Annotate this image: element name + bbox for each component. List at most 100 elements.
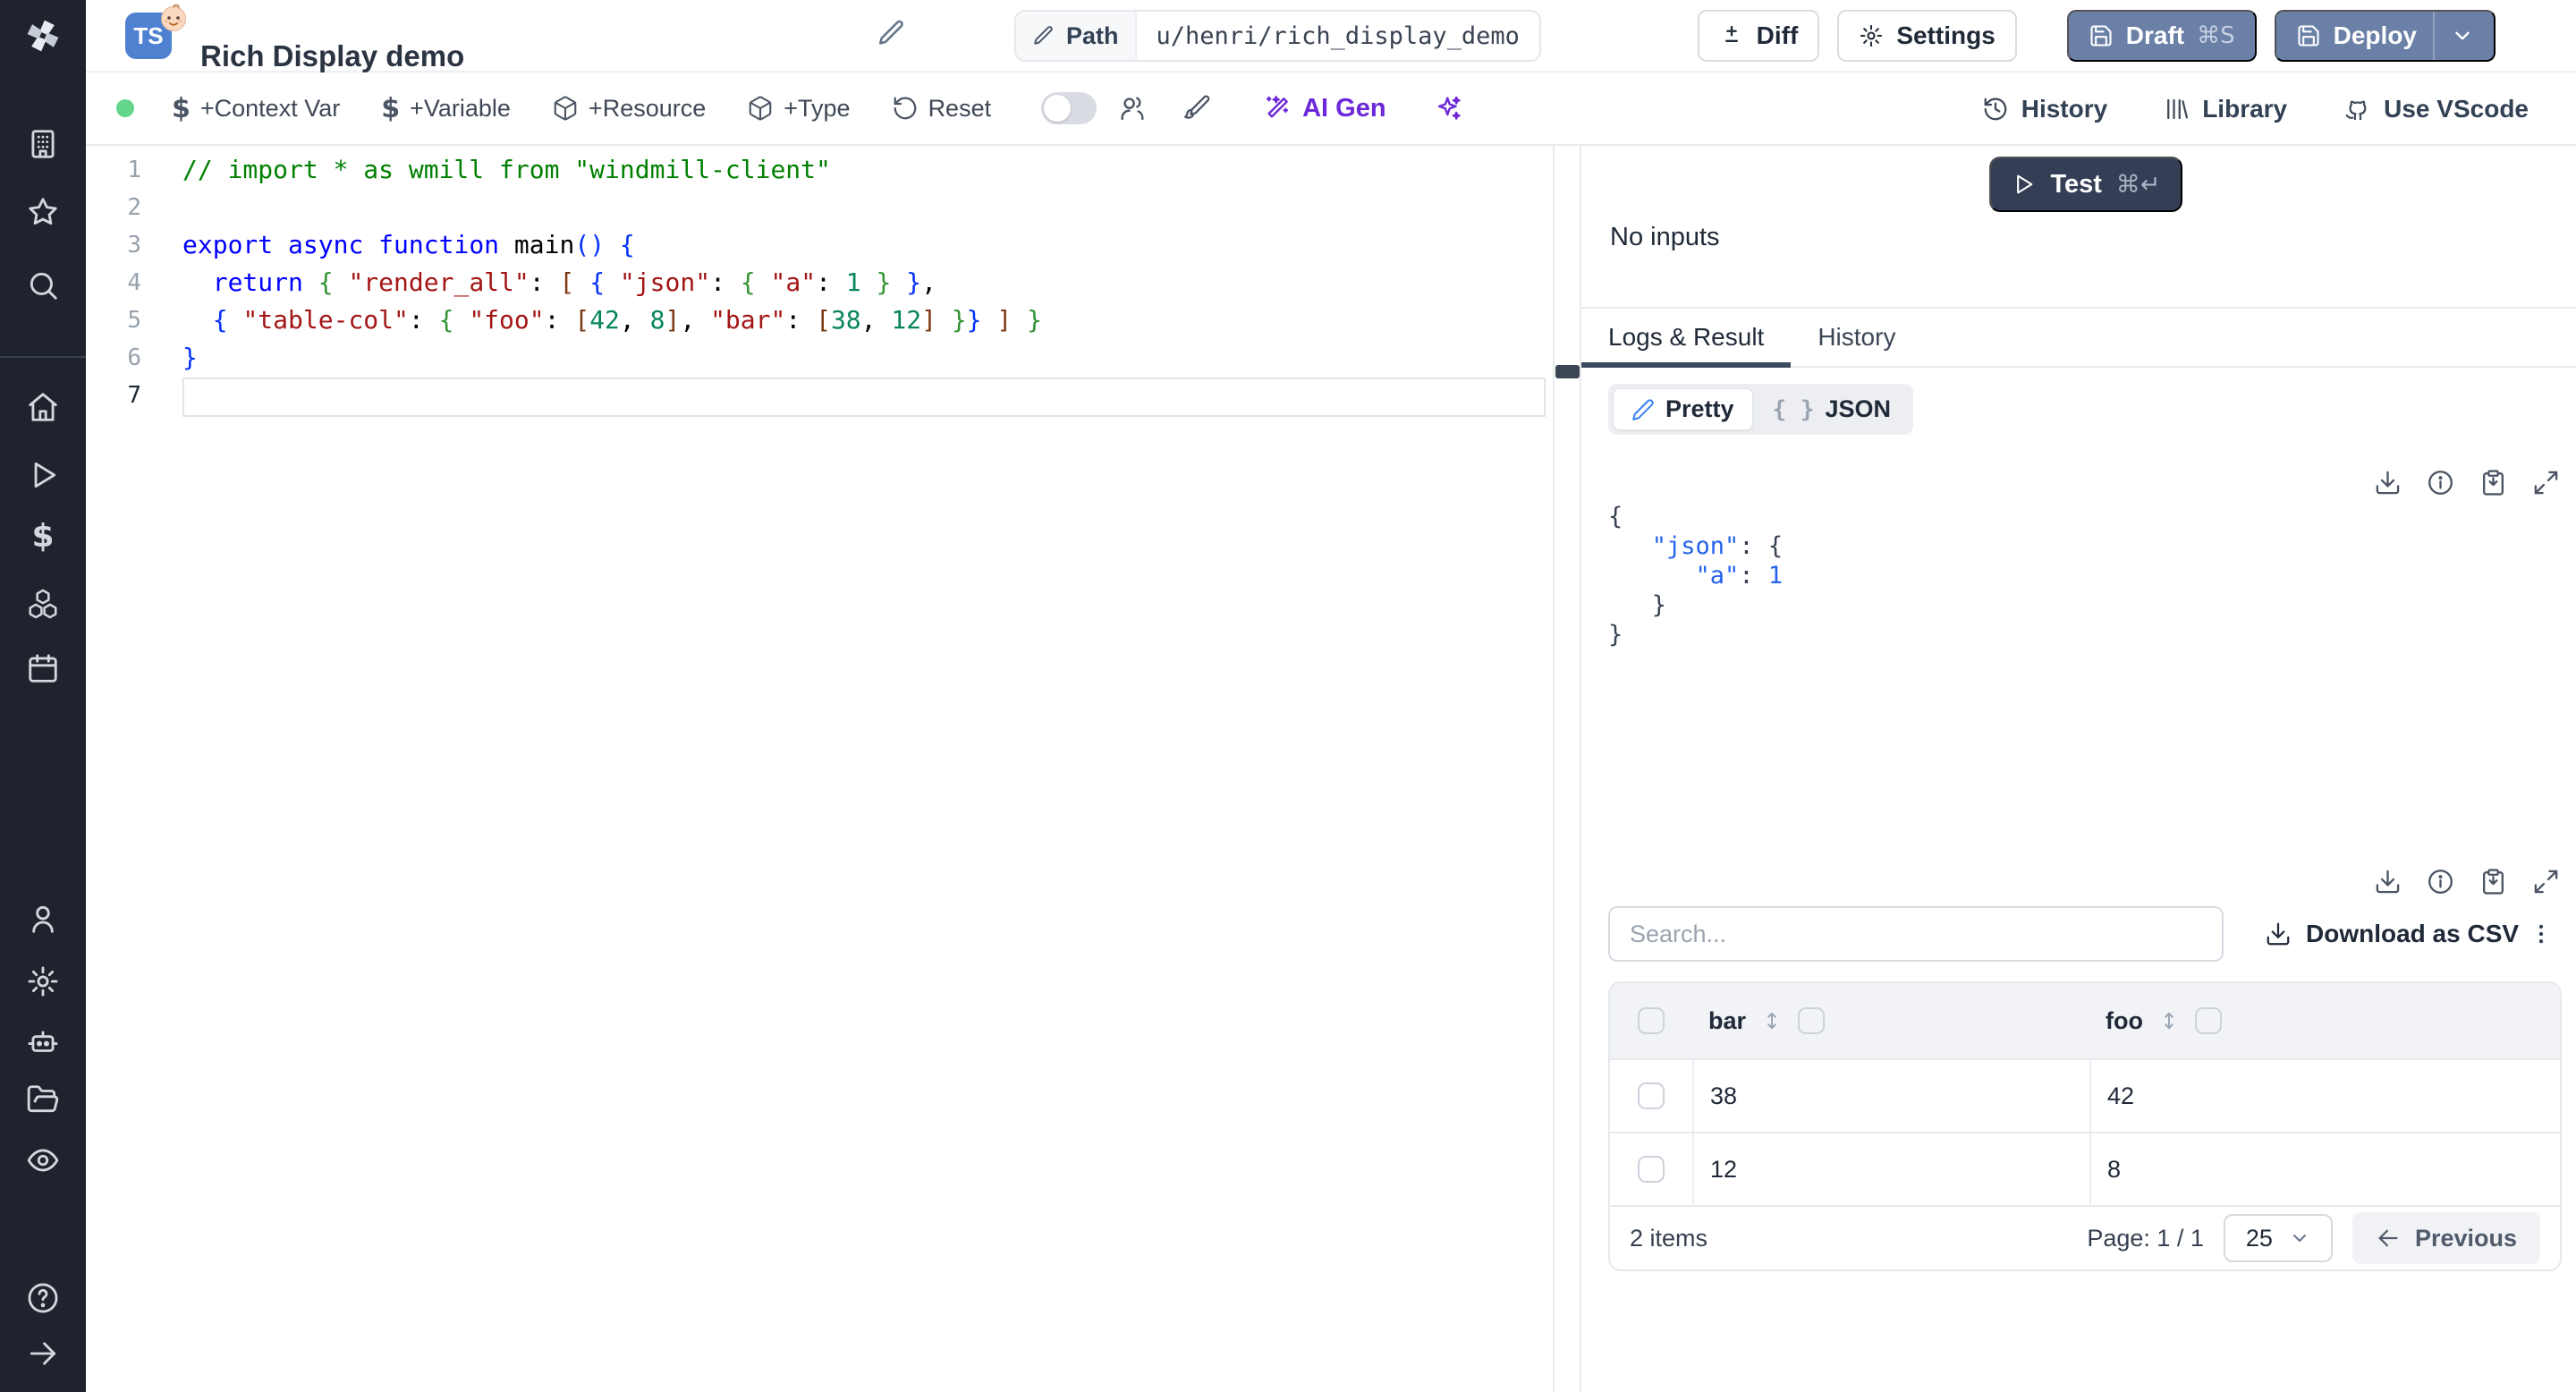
- code-line[interactable]: 3 export async function main() {: [86, 226, 1553, 264]
- toolbar-right: History Library Use VScode: [1982, 72, 2529, 146]
- pretty-view-button[interactable]: Pretty: [1613, 388, 1753, 430]
- test-shortcut: ⌘↵: [2115, 170, 2161, 199]
- row-checkbox[interactable]: [1638, 1082, 1665, 1109]
- column-toggle-checkbox[interactable]: [1798, 1007, 1826, 1034]
- test-button[interactable]: Test ⌘↵: [1989, 157, 2182, 212]
- panel-resize-handle[interactable]: [1555, 365, 1580, 378]
- resources-boxes-icon[interactable]: [26, 587, 60, 621]
- library-icon: [2163, 96, 2190, 123]
- collapse-arrow-right-icon[interactable]: [26, 1337, 60, 1371]
- view-mode-toggle: Pretty { } JSON: [1608, 384, 1914, 435]
- gear-icon: [1859, 23, 1884, 48]
- table-row: 12 8: [1610, 1132, 2560, 1205]
- folders-icon[interactable]: [26, 1082, 60, 1116]
- path-widget[interactable]: Path u/henri/rich_display_demo: [1014, 10, 1541, 62]
- code-line[interactable]: 2: [86, 189, 1553, 226]
- expand-icon[interactable]: [2532, 469, 2560, 497]
- path-pencil-icon: [1032, 24, 1055, 47]
- reset-button[interactable]: Reset: [892, 95, 991, 123]
- table-row: 38 42: [1610, 1058, 2560, 1132]
- windmill-logo-icon[interactable]: [23, 16, 63, 55]
- current-line-highlight: [182, 378, 1546, 417]
- cell-bar: 38: [1692, 1060, 2089, 1132]
- workspace-building-icon[interactable]: [26, 127, 60, 161]
- row-checkbox[interactable]: [1638, 1156, 1665, 1183]
- diff-button[interactable]: Diff: [1697, 10, 1820, 62]
- expand-icon[interactable]: [2532, 868, 2560, 895]
- column-toggle-checkbox[interactable]: [2194, 1007, 2222, 1034]
- table-menu-kebab-icon[interactable]: [2528, 921, 2555, 947]
- path-label-section: Path: [1016, 12, 1137, 60]
- audit-eye-icon[interactable]: [26, 1143, 60, 1177]
- collaborators-users-icon[interactable]: [1118, 94, 1147, 123]
- add-type-button[interactable]: +Type: [747, 95, 851, 123]
- column-header-foo[interactable]: foo: [2089, 1007, 2560, 1035]
- favorites-star-icon[interactable]: [26, 195, 60, 229]
- library-button[interactable]: Library: [2163, 95, 2287, 123]
- windmill-script-editor: $ TS Rich Display demo Path u/henri/rich…: [0, 0, 2576, 1392]
- run-header: No inputs Test ⌘↵: [1581, 146, 2576, 309]
- add-resource-button[interactable]: +Resource: [552, 95, 706, 123]
- add-variable-button[interactable]: $ +Variable: [381, 93, 511, 124]
- tab-logs-result[interactable]: Logs & Result: [1581, 309, 1792, 368]
- workers-bot-icon[interactable]: [26, 1025, 60, 1059]
- no-inputs-label: No inputs: [1610, 223, 1720, 251]
- line-number: 1: [127, 157, 141, 183]
- sparkles-icon[interactable]: [1433, 93, 1463, 123]
- deploy-dropdown-chevron-icon[interactable]: [2433, 12, 2474, 60]
- deploy-button[interactable]: Deploy: [2274, 10, 2496, 62]
- settings-gear-icon[interactable]: [26, 964, 60, 998]
- help-icon[interactable]: [26, 1281, 60, 1315]
- result-spacer: [1608, 649, 2562, 868]
- script-path[interactable]: u/henri/rich_display_demo: [1137, 12, 1539, 60]
- sync-status-dot: [116, 99, 134, 117]
- package-icon: [747, 95, 774, 122]
- settings-button[interactable]: Settings: [1837, 10, 2017, 62]
- download-icon[interactable]: [2374, 868, 2402, 895]
- diff-mode-toggle[interactable]: [1041, 92, 1097, 124]
- download-csv-button[interactable]: Download as CSV: [2265, 920, 2519, 948]
- edit-summary-pencil-icon[interactable]: [877, 18, 907, 48]
- result-table: bar foo 38 42 12 8 2 items Page: 1 / 1 2…: [1608, 981, 2562, 1271]
- select-all-checkbox[interactable]: [1638, 1007, 1665, 1034]
- use-vscode-button[interactable]: Use VScode: [2343, 95, 2529, 123]
- add-context-var-button[interactable]: $ +Context Var: [172, 93, 340, 124]
- search-icon[interactable]: [26, 268, 60, 302]
- history-button[interactable]: History: [1982, 95, 2107, 123]
- download-icon[interactable]: [2374, 469, 2402, 497]
- code-line[interactable]: 5 { "table-col": { "foo": [42, 8], "bar"…: [86, 301, 1553, 339]
- play-icon: [2011, 172, 2036, 197]
- search-input[interactable]: [1608, 906, 2224, 962]
- table-header: bar foo: [1610, 983, 2560, 1058]
- json-view-button[interactable]: { } JSON: [1755, 389, 1910, 429]
- variables-dollar-icon[interactable]: $: [26, 518, 60, 555]
- schedules-calendar-icon[interactable]: [26, 651, 60, 685]
- format-brush-icon[interactable]: [1182, 94, 1211, 123]
- copy-clipboard-icon[interactable]: [2479, 868, 2507, 895]
- previous-page-button[interactable]: Previous: [2351, 1212, 2540, 1264]
- run-panel: No inputs Test ⌘↵ Logs & Result History …: [1581, 146, 2576, 1392]
- save-draft-button[interactable]: Draft ⌘S: [2066, 10, 2257, 62]
- code-line[interactable]: 1// import * as wmill from "windmill-cli…: [86, 151, 1553, 189]
- sort-icon[interactable]: [1760, 1009, 1784, 1032]
- copy-clipboard-icon[interactable]: [2479, 469, 2507, 497]
- github-icon: [2343, 95, 2371, 123]
- sort-icon[interactable]: [2157, 1009, 2181, 1032]
- column-header-bar[interactable]: bar: [1692, 1007, 2089, 1035]
- home-icon[interactable]: [26, 390, 60, 424]
- ai-gen-button[interactable]: AI Gen: [1263, 94, 1386, 123]
- tab-history[interactable]: History: [1791, 309, 1922, 366]
- code-editor[interactable]: 1// import * as wmill from "windmill-cli…: [86, 146, 1555, 1392]
- braces-icon: { }: [1772, 395, 1815, 423]
- info-icon[interactable]: [2427, 868, 2454, 895]
- info-icon[interactable]: [2427, 469, 2454, 497]
- code-line[interactable]: 4 return { "render_all": [ { "json": { "…: [86, 264, 1553, 301]
- page-size-select[interactable]: 25: [2223, 1214, 2333, 1262]
- sidebar-divider: [0, 356, 86, 358]
- draft-shortcut: ⌘S: [2197, 22, 2235, 49]
- users-person-icon[interactable]: [26, 902, 60, 936]
- baby-emoji-icon: [157, 2, 190, 34]
- runs-play-icon[interactable]: [26, 458, 60, 492]
- wand-icon: [1263, 94, 1292, 123]
- code-line[interactable]: 6}: [86, 339, 1553, 377]
